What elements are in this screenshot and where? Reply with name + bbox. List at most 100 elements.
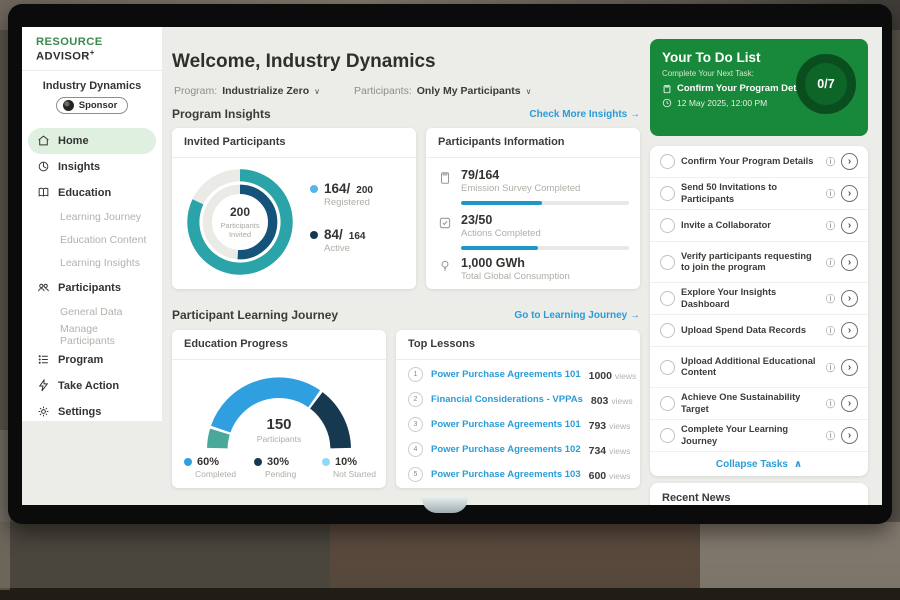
registered-dot-icon [310, 185, 318, 193]
sidebar-item-take-action[interactable]: Take Action [28, 373, 156, 399]
lesson-link[interactable]: Power Purchase Agreements 103 [431, 469, 581, 480]
task-label[interactable]: Send 50 Invitations to Participants [681, 182, 820, 204]
monitor-notch [422, 498, 468, 513]
sidebar-item-education-content[interactable]: Education Content [28, 229, 156, 252]
task-label[interactable]: Upload Spend Data Records [681, 325, 820, 336]
program-insights-title: Program Insights [172, 107, 271, 121]
info-icon[interactable]: ⓘ [826, 155, 835, 168]
task-label[interactable]: Complete Your Learning Journey [681, 424, 820, 446]
task-label[interactable]: Explore Your Insights Dashboard [681, 287, 820, 309]
pending-value: 30% [267, 456, 289, 468]
task-checkbox[interactable] [660, 428, 675, 443]
views-label: views [611, 396, 632, 406]
task-checkbox[interactable] [660, 186, 675, 201]
task-checkbox[interactable] [660, 396, 675, 411]
sidebar-item-label: Participants [58, 282, 121, 294]
task-row[interactable]: Invite a Collaborator ⓘ › [650, 210, 868, 242]
info-icon[interactable]: ⓘ [826, 256, 835, 269]
info-icon[interactable]: ⓘ [826, 361, 835, 374]
task-checkbox[interactable] [660, 255, 675, 270]
consumption-value: 1,000 GWh [461, 256, 570, 270]
participants-icon [37, 281, 50, 294]
sidebar-item-label: General Data [60, 306, 122, 318]
go-to-learning-journey-link[interactable]: Go to Learning Journey → [514, 310, 640, 321]
info-icon[interactable]: ⓘ [826, 219, 835, 232]
sidebar-item-manage-participants[interactable]: Manage Participants [28, 324, 156, 347]
sidebar-item-home[interactable]: Home [28, 128, 156, 154]
task-row[interactable]: Explore Your Insights Dashboard ⓘ › [650, 283, 868, 315]
task-label[interactable]: Achieve One Sustainability Target [681, 392, 820, 414]
chevron-down-icon: ∨ [526, 87, 532, 96]
actions-value: 23/50 [461, 213, 629, 227]
task-label[interactable]: Upload Additional Educational Content [681, 356, 820, 378]
lesson-row: 3 Power Purchase Agreements 101 793views [396, 412, 640, 437]
sidebar-item-program[interactable]: Program [28, 347, 156, 373]
brand-primary: RESOURCE [36, 36, 103, 48]
todo-due-date: 12 May 2025, 12:00 PM [677, 98, 767, 108]
sidebar-item-participants[interactable]: Participants [28, 275, 156, 301]
sidebar-item-label: Insights [58, 161, 100, 173]
filters: Program: Industrialize Zero ∨ Participan… [174, 85, 532, 97]
brand-secondary: ADVISOR [36, 51, 90, 63]
task-label[interactable]: Verify participants requesting to join t… [681, 251, 820, 273]
chevron-right-icon[interactable]: › [841, 427, 858, 444]
chevron-right-icon[interactable]: › [841, 153, 858, 170]
chevron-right-icon[interactable]: › [841, 322, 858, 339]
todo-next-task: Confirm Your Program Details [677, 83, 812, 94]
sidebar-item-settings[interactable]: Settings [28, 399, 156, 425]
chevron-right-icon[interactable]: › [841, 217, 858, 234]
lesson-link[interactable]: Power Purchase Agreements 101 [431, 369, 581, 380]
task-label[interactable]: Invite a Collaborator [681, 220, 820, 231]
card-title: Participants Information [426, 128, 640, 158]
actions-label: Actions Completed [461, 228, 629, 239]
task-row[interactable]: Verify participants requesting to join t… [650, 242, 868, 283]
chevron-right-icon[interactable]: › [841, 359, 858, 376]
completed-dot-icon [184, 458, 192, 466]
legend-not-started: 10% Not Started [322, 456, 386, 479]
sidebar-item-learning-journey[interactable]: Learning Journey [28, 206, 156, 229]
program-filter[interactable]: Program: Industrialize Zero ∨ [174, 85, 320, 97]
info-icon[interactable]: ⓘ [826, 324, 835, 337]
task-checkbox[interactable] [660, 360, 675, 375]
task-row[interactable]: Confirm Your Program Details ⓘ › [650, 146, 868, 178]
task-row[interactable]: Send 50 Invitations to Participants ⓘ › [650, 178, 868, 210]
task-checkbox[interactable] [660, 323, 675, 338]
sidebar-item-education[interactable]: Education [28, 180, 156, 206]
chevron-right-icon[interactable]: › [841, 290, 858, 307]
views-label: views [615, 371, 636, 381]
task-checkbox[interactable] [660, 218, 675, 233]
sidebar-item-learning-insights[interactable]: Learning Insights [28, 252, 156, 275]
sidebar-item-general-data[interactable]: General Data [28, 301, 156, 324]
chevron-right-icon[interactable]: › [841, 395, 858, 412]
chevron-right-icon[interactable]: › [841, 254, 858, 271]
clock-icon [662, 98, 672, 108]
lesson-rank: 3 [408, 417, 423, 432]
task-row[interactable]: Upload Additional Educational Content ⓘ … [650, 347, 868, 388]
task-checkbox[interactable] [660, 291, 675, 306]
info-icon[interactable]: ⓘ [826, 187, 835, 200]
task-checkbox[interactable] [660, 154, 675, 169]
check-more-insights-link[interactable]: Check More Insights → [529, 109, 640, 120]
info-icon[interactable]: ⓘ [826, 292, 835, 305]
survey-progress-track [461, 201, 629, 205]
recent-news-title: Recent News [650, 483, 868, 505]
chevron-up-icon: ∧ [794, 459, 802, 470]
chevron-right-icon[interactable]: › [841, 185, 858, 202]
info-icon[interactable]: ⓘ [826, 429, 835, 442]
task-row[interactable]: Complete Your Learning Journey ⓘ › [650, 420, 868, 452]
lesson-row: 1 Power Purchase Agreements 101 1000view… [396, 362, 640, 387]
todo-summary-card: Your To Do List Complete Your Next Task:… [650, 39, 868, 136]
participants-filter[interactable]: Participants: Only My Participants ∨ [354, 85, 532, 97]
legend-completed: 60% Completed [184, 456, 248, 479]
lesson-link[interactable]: Power Purchase Agreements 102 [431, 444, 581, 455]
donut-center-value: 200 [230, 205, 250, 219]
collapse-tasks-link[interactable]: Collapse Tasks ∧ [650, 452, 868, 476]
lesson-link[interactable]: Financial Considerations - VPPAs [431, 394, 583, 405]
task-row[interactable]: Achieve One Sustainability Target ⓘ › [650, 388, 868, 420]
lesson-link[interactable]: Power Purchase Agreements 101 [431, 419, 581, 430]
not-started-dot-icon [322, 458, 330, 466]
task-row[interactable]: Upload Spend Data Records ⓘ › [650, 315, 868, 347]
info-icon[interactable]: ⓘ [826, 397, 835, 410]
sidebar-item-insights[interactable]: Insights [28, 154, 156, 180]
task-label[interactable]: Confirm Your Program Details [681, 156, 820, 167]
